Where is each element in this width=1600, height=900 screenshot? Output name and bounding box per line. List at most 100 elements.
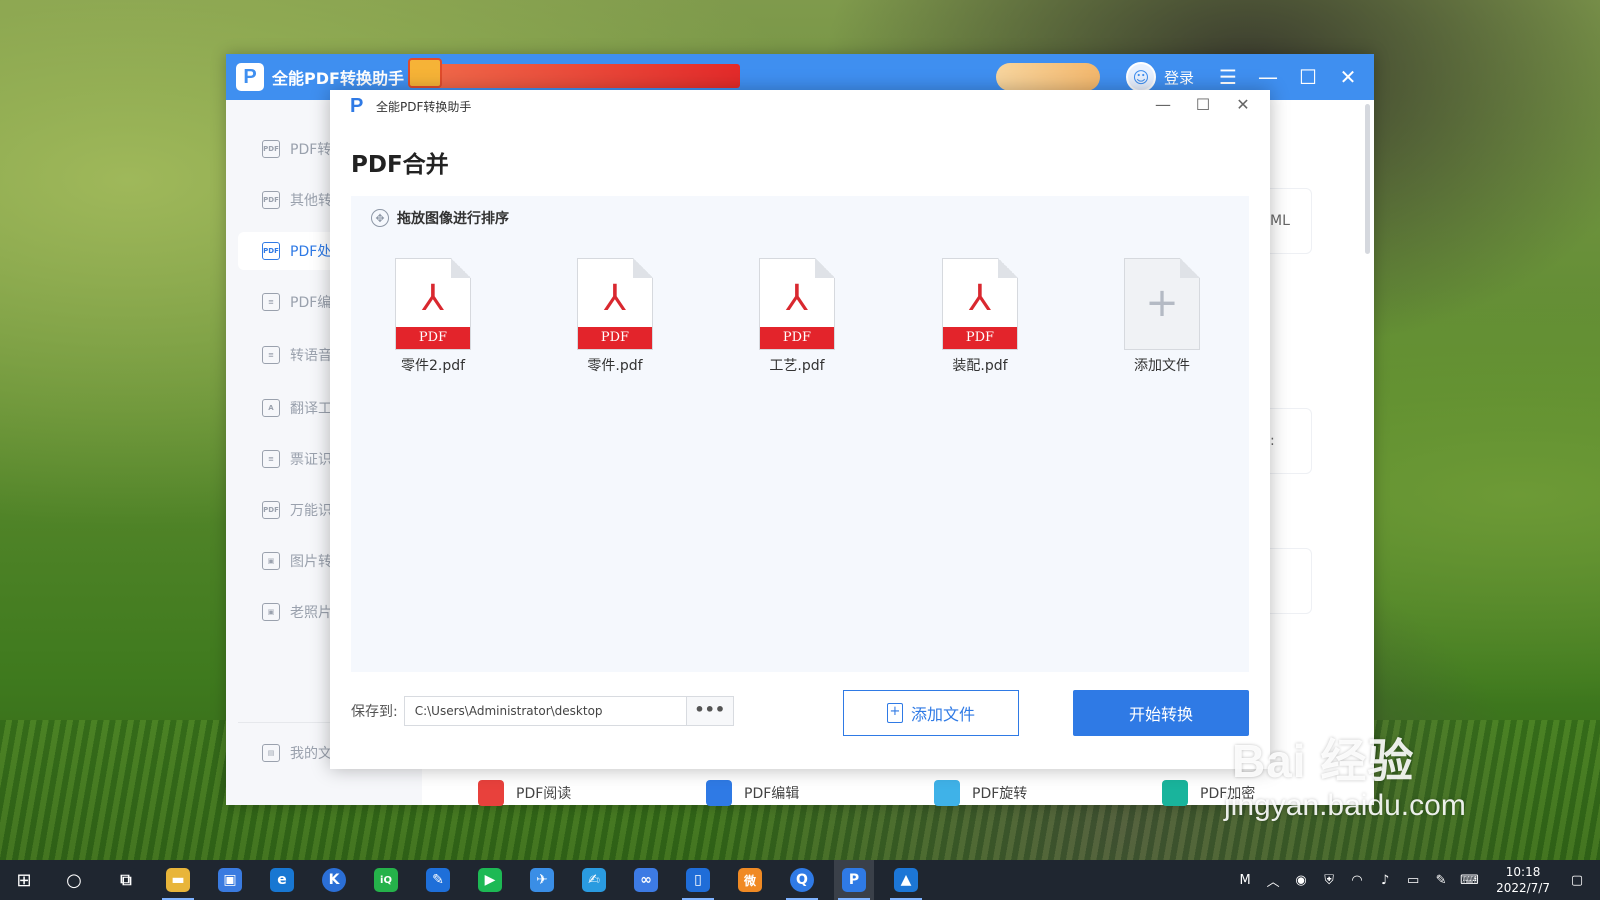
media-player-icon[interactable]: ▶ [470,860,510,900]
menu-icon[interactable]: ☰ [1218,64,1238,90]
tool-pdf-rotate[interactable]: PDF旋转 [898,780,1126,806]
edge-icon[interactable]: e [262,860,302,900]
sidebar-item-label: 翻译工 [290,401,332,417]
file-tile[interactable]: ⅄ PDF 零件2.pdf [378,258,488,375]
pdf-edit-tool-icon [706,780,732,806]
promo-banner[interactable] [408,58,740,88]
pdf-file-icon: ⅄ PDF [395,258,471,350]
pdf-file-icon: ⅄ PDF [577,258,653,350]
pdf-process-icon: PDF [262,242,280,260]
file-name: 零件.pdf [587,358,643,374]
shield-icon[interactable]: ⛨ [1320,873,1338,888]
pdf-read-icon [478,780,504,806]
pdf-assistant-icon[interactable]: P [834,860,874,900]
keyboard-icon[interactable]: ⌨ [1460,873,1479,888]
sort-hint-text: 拖放图像进行排序 [397,211,509,227]
tool-label: PDF旋转 [972,786,1028,802]
pdf-badge: PDF [943,327,1017,349]
ticket-icon: ≡ [262,450,280,468]
close-icon[interactable]: ✕ [1234,94,1252,116]
clock[interactable]: 10:18 2022/7/7 [1496,864,1550,896]
store-icon[interactable]: ▣ [210,860,250,900]
pdf-badge: PDF [578,327,652,349]
save-path-field[interactable]: C:\Users\Administrator\desktop [403,696,686,726]
file-tile[interactable]: ⅄ PDF 零件.pdf [560,258,670,375]
save-location-row: 保存到: C:\Users\Administrator\desktop ••• [351,696,734,726]
browser-q-icon[interactable]: Q [782,860,822,900]
page-title: PDF合并 [351,152,449,178]
file-name: 工艺.pdf [769,358,825,374]
ime-mode-icon[interactable]: M [1236,873,1254,888]
clock-time: 10:18 [1505,865,1541,879]
app-logo-icon: P [236,63,264,91]
pen-app-icon[interactable]: ✎ [418,860,458,900]
file-explorer-icon[interactable]: ▬ [158,860,198,900]
weibo-tray-icon[interactable]: ◉ [1292,873,1310,888]
file-tile[interactable]: ⅄ PDF 工艺.pdf [742,258,852,375]
close-icon[interactable]: ✕ [1338,64,1358,90]
pdf-merge-dialog: P 全能PDF转换助手 — ☐ ✕ PDF合并 ✥ 拖放图像进行排序 ⅄ PDF … [330,90,1270,769]
pdf-edit-icon: ≡ [262,293,280,311]
maximize-icon[interactable]: ☐ [1298,64,1318,90]
sidebar-item-label: 图片转 [290,554,332,570]
pen-tray-icon[interactable]: ✎ [1432,873,1450,888]
notification-icon[interactable]: ▢ [1568,873,1586,888]
add-file-button[interactable]: + 添加文件 [843,690,1019,736]
gift-icon [408,58,442,88]
tool-label: PDF编辑 [744,786,800,802]
file-name: 零件2.pdf [400,358,466,374]
feature-card-peek[interactable] [1270,548,1312,614]
windows-start-icon[interactable]: ⊞ [0,860,48,900]
tool-pdf-edit[interactable]: PDF编辑 [670,780,898,806]
login-button[interactable]: ☺ 登录 [1126,62,1194,92]
iqiyi-icon[interactable]: iQ [366,860,406,900]
sidebar-item-label: PDF处 [290,244,332,260]
sidebar-item-label: 转语音 [290,348,332,364]
k-app-icon[interactable]: K [314,860,354,900]
show-hidden-icons-icon[interactable]: ︿ [1264,871,1282,890]
add-file-icon: + [1124,258,1200,350]
tool-pdf-read[interactable]: PDF阅读 [442,780,670,806]
vip-button[interactable] [996,63,1100,91]
feature-card-peek[interactable]: ML [1270,188,1312,254]
phone-app-icon[interactable]: ▯ [678,860,718,900]
translate-icon: A [262,399,280,417]
main-window-controls: ☰ — ☐ ✕ [1218,64,1358,90]
feature-card-text: ML [1270,213,1290,229]
feishu-icon[interactable]: ✈ [522,860,562,900]
feature-card-peek[interactable]: : [1270,408,1312,474]
browse-button[interactable]: ••• [685,696,734,726]
image-icon: ▣ [262,552,280,570]
wifi-icon[interactable]: ◠ [1348,873,1366,888]
battery-icon[interactable]: ▭ [1404,873,1422,888]
dialog-window-controls: — ☐ ✕ [1154,94,1252,116]
sign-app-icon[interactable]: ✍ [574,860,614,900]
tool-label: PDF阅读 [516,786,572,802]
task-view-icon[interactable]: ⧉ [106,860,146,900]
file-tile[interactable]: ⅄ PDF 装配.pdf [925,258,1035,375]
weibo-icon[interactable]: 微 [730,860,770,900]
main-scrollbar[interactable] [1365,104,1370,254]
search-icon[interactable]: ○ [54,860,94,900]
taskbar: ⊞ ○ ⧉ ▬ ▣ e K iQ ✎ ▶ ✈ ✍ ∞ ▯ 微 Q P ▲ M ︿… [0,860,1600,900]
pdf-encrypt-icon [1162,780,1188,806]
pdf-badge: PDF [760,327,834,349]
add-file-tile[interactable]: + 添加文件 [1107,258,1217,375]
start-convert-button[interactable]: 开始转换 [1073,690,1249,736]
pdf-file-icon: ⅄ PDF [759,258,835,350]
minimize-icon[interactable]: — [1258,64,1278,90]
watermark-logo: Bai 经验 [1232,735,1415,787]
add-document-icon: + [886,703,903,723]
volume-icon[interactable]: ♪ [1376,873,1394,888]
file-drop-area[interactable]: ✥ 拖放图像进行排序 ⅄ PDF 零件2.pdf ⅄ PDF 零件.pdf ⅄ PDF… [351,196,1249,672]
sort-hint: ✥ 拖放图像进行排序 [371,208,509,228]
maximize-icon[interactable]: ☐ [1194,94,1212,116]
sidebar-item-label: 万能识 [290,503,332,519]
photos-icon[interactable]: ▲ [886,860,926,900]
minimize-icon[interactable]: — [1154,94,1172,116]
pdf-badge: PDF [396,327,470,349]
add-file-tile-label: 添加文件 [1134,358,1190,374]
app-logo-icon: P [350,95,364,117]
dialog-titlebar: P 全能PDF转换助手 — ☐ ✕ [330,90,1270,122]
link-app-icon[interactable]: ∞ [626,860,666,900]
